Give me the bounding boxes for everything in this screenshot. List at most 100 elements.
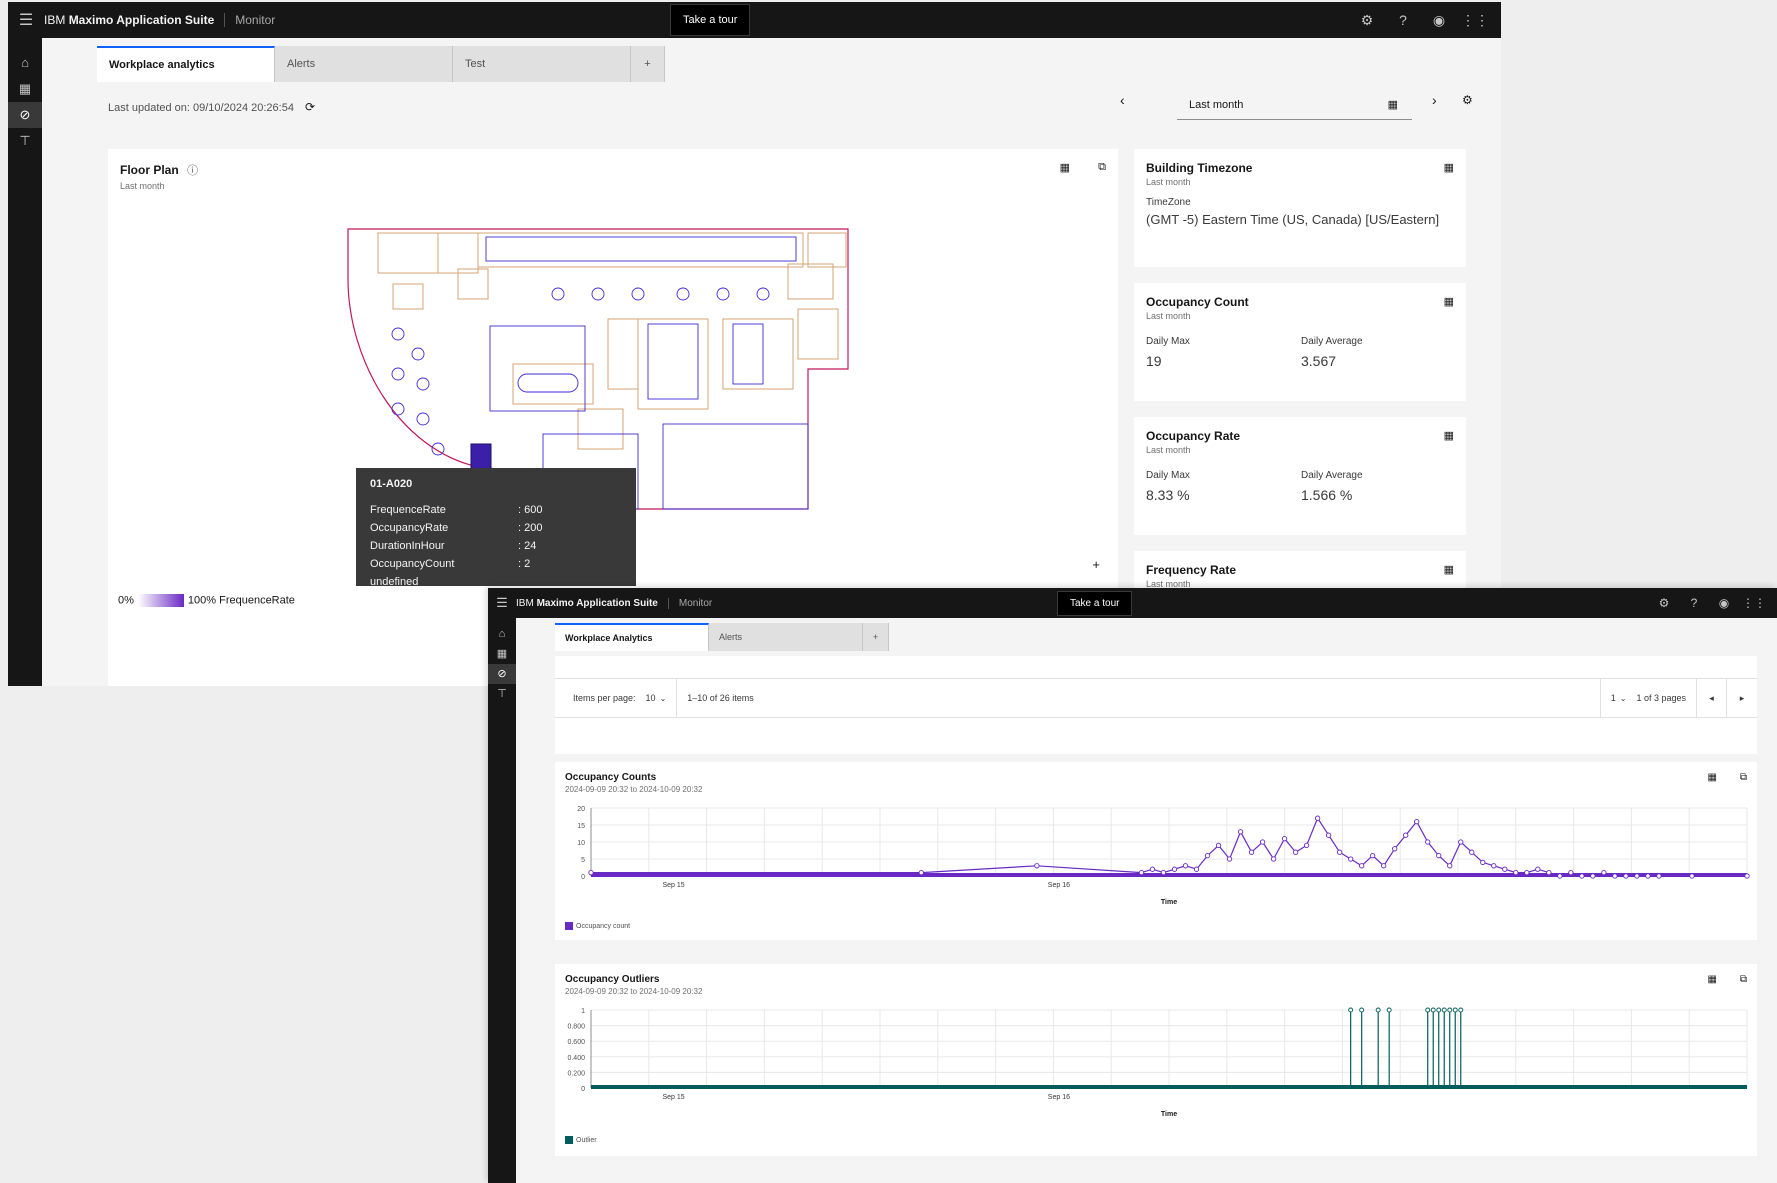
chart-legend[interactable]: Occupancy count [565, 922, 630, 930]
expand-icon[interactable]: ⧉ [1098, 161, 1106, 174]
tab-workplace-analytics[interactable]: Workplace analytics [97, 46, 275, 82]
dashboard-icon[interactable]: ▦ [488, 644, 516, 664]
refresh-icon[interactable]: ⟳ [305, 100, 315, 114]
tab-workplace-analytics[interactable]: Workplace Analytics [555, 623, 709, 651]
page-select[interactable]: 1 ⌄ 1 of 3 pages [1599, 679, 1697, 717]
legend-min: 0% [118, 594, 134, 607]
date-range-picker[interactable]: Last month ▦ [1177, 90, 1412, 120]
take-a-tour-button[interactable]: Take a tour [670, 4, 751, 36]
tooltip-key: OccupancyCount [370, 558, 455, 570]
room [807, 232, 847, 268]
tab-alerts[interactable]: Alerts [709, 623, 863, 651]
data-point [1458, 1007, 1464, 1013]
home-icon[interactable]: ⌂ [488, 624, 516, 644]
tab-test[interactable]: Test [453, 46, 631, 82]
calendar-icon[interactable]: ▦ [1444, 563, 1454, 576]
hamburger-menu-icon[interactable]: ☰ [488, 595, 516, 611]
legend-swatch [565, 922, 573, 930]
take-a-tour-button[interactable]: Take a tour [1057, 591, 1133, 616]
occupancy-outliers-chart[interactable]: 1 0.800 0.600 0.400 0.200 0 Sep 15 Sep 16 Time [555, 1002, 1757, 1130]
dashboard-icon[interactable]: ▦ [8, 76, 42, 102]
items-per-page-label: Items per page: [573, 693, 636, 703]
calendar-icon[interactable]: ▦ [1444, 161, 1454, 174]
daily-max-label: Daily Max [1146, 336, 1190, 347]
app-brand[interactable]: IBM Maximo Application Suite [516, 597, 669, 609]
hamburger-menu-icon[interactable]: ☰ [8, 10, 44, 30]
data-point [1744, 873, 1750, 879]
occupancy-count-card: Occupancy Count Last month Daily Max 19 … [1134, 283, 1466, 401]
tab-alerts[interactable]: Alerts [275, 46, 453, 82]
expand-icon[interactable]: ⧉ [1740, 772, 1747, 783]
settings-icon[interactable]: ⚙ [1649, 596, 1679, 610]
chart-title: Occupancy Counts [565, 772, 657, 783]
x-tick-label: Sep 16 [1048, 1094, 1070, 1101]
hierarchy-icon[interactable]: ⊤ [8, 128, 42, 154]
tooltip-value: : 24 [518, 540, 537, 552]
y-tick-label: 0.200 [567, 1070, 585, 1077]
calendar-icon[interactable]: ▦ [1388, 98, 1398, 111]
app-brand[interactable]: IBM Maximo Application Suite [44, 13, 226, 27]
app-switcher-icon[interactable]: ⋮⋮ [1739, 596, 1769, 610]
data-point [1447, 1007, 1453, 1013]
data-point [1248, 849, 1255, 855]
user-icon[interactable]: ◉ [1421, 12, 1457, 29]
table-cluster [716, 287, 730, 301]
pagination-bar: Items per page: 10 ⌄ 1–10 of 26 items 1 … [555, 678, 1757, 718]
expand-icon[interactable]: ⧉ [1740, 974, 1747, 985]
monitor-window-main: ☰ IBM Maximo Application Suite Monitor T… [8, 2, 1501, 686]
item-range: 1–10 of 26 items [687, 693, 754, 703]
monitor-icon[interactable]: ⊘ [488, 664, 516, 684]
app-switcher-icon[interactable]: ⋮⋮ [1457, 12, 1493, 29]
chart-legend[interactable]: Outlier [565, 1136, 597, 1144]
data-point [1160, 869, 1167, 876]
dashboard-settings-icon[interactable]: ⚙ [1462, 93, 1473, 107]
next-period-icon[interactable]: › [1432, 92, 1437, 108]
calendar-icon[interactable]: ▦ [1708, 772, 1717, 783]
tooltip-value: : 2 [518, 558, 531, 570]
y-tick-label: 10 [577, 840, 585, 847]
data-point [1458, 839, 1464, 845]
legend-label: Occupancy count [576, 922, 631, 930]
tooltip-value: : 600 [518, 504, 543, 516]
data-point [1348, 856, 1354, 862]
conference-room [512, 363, 594, 405]
calendar-icon[interactable]: ▦ [1708, 974, 1717, 985]
table-cluster [431, 442, 445, 456]
hierarchy-icon[interactable]: ⊤ [488, 684, 516, 704]
add-tab-button[interactable]: + [631, 46, 665, 82]
calendar-icon[interactable]: ▦ [1444, 429, 1454, 442]
table-cluster [416, 412, 430, 426]
settings-icon[interactable]: ⚙ [1349, 12, 1385, 29]
prev-page-icon[interactable]: ◂ [1697, 679, 1727, 717]
occupancy-counts-chart[interactable]: 20 15 10 5 0 Sep 15 Sep 16 Time [555, 800, 1757, 918]
chart-subtitle: 2024-09-09 20:32 to 2024-10-09 20:32 [565, 987, 703, 996]
monitor-icon[interactable]: ⊘ [8, 102, 42, 128]
user-icon[interactable]: ◉ [1709, 596, 1739, 610]
tooltip-footer: undefined [370, 576, 419, 588]
product-name[interactable]: Monitor [679, 598, 712, 609]
prev-period-icon[interactable]: ‹ [1120, 92, 1125, 108]
zoom-in-button[interactable]: + [1092, 557, 1100, 572]
data-point [1270, 856, 1277, 862]
calendar-icon[interactable]: ▦ [1444, 295, 1454, 308]
room [637, 318, 709, 410]
help-icon[interactable]: ? [1385, 12, 1421, 28]
calendar-icon[interactable]: ▦ [1060, 161, 1070, 174]
items-per-page[interactable]: Items per page: 10 ⌄ [555, 679, 678, 717]
table-card: Items per page: 10 ⌄ 1–10 of 26 items 1 … [555, 656, 1757, 754]
data-point [1535, 866, 1541, 872]
home-icon[interactable]: ⌂ [8, 50, 42, 76]
next-page-icon[interactable]: ▸ [1727, 679, 1757, 717]
info-icon[interactable]: ⓘ [187, 165, 198, 177]
x-axis-label: Time [1161, 899, 1177, 906]
side-nav: ⌂ ▦ ⊘ ⊤ [8, 38, 42, 686]
table-cluster [631, 287, 645, 301]
data-point [1204, 852, 1211, 859]
brand-name: Maximo Application Suite [536, 597, 658, 609]
product-name[interactable]: Monitor [235, 13, 275, 27]
add-tab-button[interactable]: + [863, 623, 889, 651]
data-point [1403, 832, 1409, 838]
data-point [1215, 842, 1222, 849]
tooltip-row: OccupancyCount : 2 [370, 558, 622, 576]
help-icon[interactable]: ? [1679, 596, 1709, 610]
